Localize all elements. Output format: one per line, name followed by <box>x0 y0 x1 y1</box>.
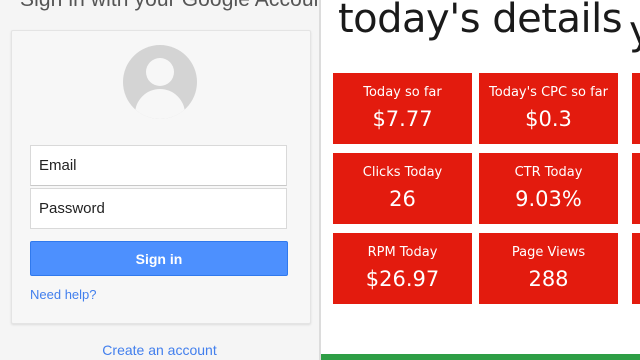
next-panel-tile-edge <box>632 153 640 224</box>
details-title: today's details <box>338 0 623 42</box>
default-avatar-icon <box>123 45 197 119</box>
avatar-head-shape <box>146 58 174 86</box>
google-signin-panel: Sign in with your Google Account Sign in… <box>0 0 319 360</box>
tile-value: $26.97 <box>365 267 440 291</box>
need-help-link[interactable]: Need help? <box>30 287 97 302</box>
email-field[interactable] <box>30 145 287 186</box>
tile-value: 26 <box>389 187 416 211</box>
tile-label: RPM Today <box>367 245 438 260</box>
password-field[interactable] <box>30 188 287 229</box>
tile-today-so-far[interactable]: Today so far $7.77 <box>333 73 472 144</box>
bottom-color-strip <box>321 354 640 360</box>
tile-label: Today's CPC so far <box>489 85 608 100</box>
sign-in-button[interactable]: Sign in <box>30 241 288 276</box>
avatar-body-shape <box>135 89 185 119</box>
tile-label: CTR Today <box>514 165 583 180</box>
details-panel: today's details y Today so far $7.77 Tod… <box>321 0 640 360</box>
tile-value: 9.03% <box>515 187 582 211</box>
tile-label: Page Views <box>511 245 586 260</box>
tile-value: $0.3 <box>525 107 572 131</box>
tile-label: Today so far <box>363 85 442 100</box>
tile-ctr-today[interactable]: CTR Today 9.03% <box>479 153 618 224</box>
next-panel-title-peek: y <box>629 8 640 54</box>
tile-value: 288 <box>528 267 569 291</box>
next-panel-tile-edge <box>632 73 640 144</box>
tile-cpc-so-far[interactable]: Today's CPC so far $0.3 <box>479 73 618 144</box>
signin-heading: Sign in with your Google Account <box>20 0 319 12</box>
next-panel-tile-edge <box>632 233 640 304</box>
create-account-link[interactable]: Create an account <box>0 342 319 358</box>
tile-value: $7.77 <box>372 107 433 131</box>
tile-rpm-today[interactable]: RPM Today $26.97 <box>333 233 472 304</box>
tile-label: Clicks Today <box>362 165 443 180</box>
tile-page-views[interactable]: Page Views 288 <box>479 233 618 304</box>
tile-clicks-today[interactable]: Clicks Today 26 <box>333 153 472 224</box>
